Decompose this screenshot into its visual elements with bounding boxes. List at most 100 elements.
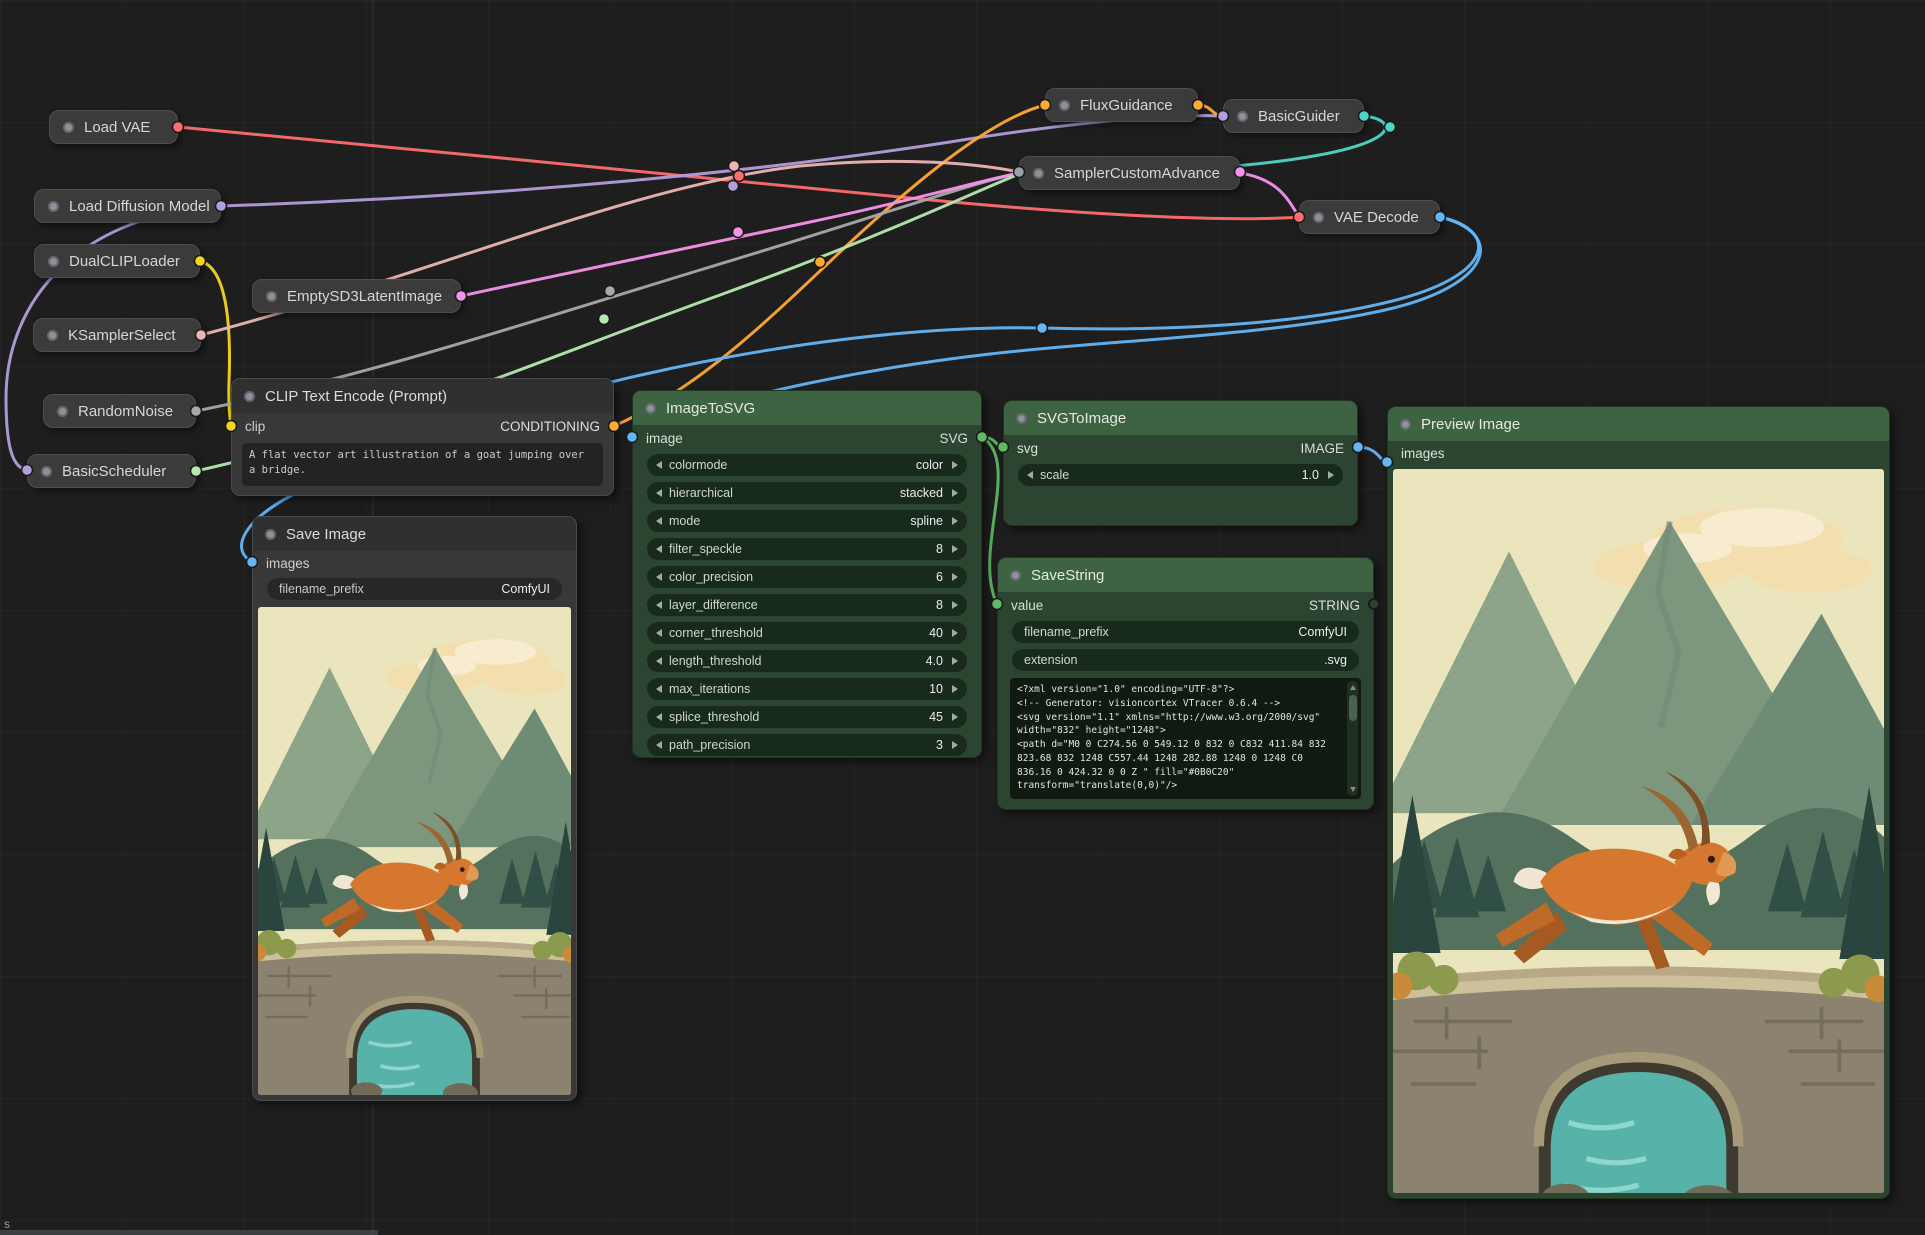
collapse-dot-icon[interactable] (47, 330, 58, 341)
collapse-dot-icon[interactable] (1237, 111, 1248, 122)
increment-arrow-icon[interactable] (952, 713, 958, 721)
increment-arrow-icon[interactable] (952, 601, 958, 609)
widget-max-iterations[interactable]: max_iterations 10 (647, 678, 967, 700)
widget-filename-prefix[interactable]: filename_prefix ComfyUI (267, 578, 562, 600)
widget-splice-threshold[interactable]: splice_threshold 45 (647, 706, 967, 728)
decrement-arrow-icon[interactable] (656, 461, 662, 469)
decrement-arrow-icon[interactable] (656, 713, 662, 721)
node-randomnoise[interactable]: RandomNoise (43, 394, 196, 428)
node-dualcliploader[interactable]: DualCLIPLoader (34, 244, 200, 278)
increment-arrow-icon[interactable] (952, 461, 958, 469)
node-preview-image[interactable]: Preview Image images (1387, 406, 1890, 1199)
increment-arrow-icon[interactable] (952, 573, 958, 581)
node-samplercustomadvance[interactable]: SamplerCustomAdvance (1019, 156, 1240, 190)
decrement-arrow-icon[interactable] (656, 741, 662, 749)
increment-arrow-icon[interactable] (1328, 471, 1334, 479)
collapse-dot-icon[interactable] (1010, 570, 1021, 581)
reroute-dot[interactable] (815, 257, 826, 268)
collapse-dot-icon[interactable] (645, 403, 656, 414)
node-clip-text-encode[interactable]: CLIP Text Encode (Prompt) clip CONDITION… (231, 378, 614, 496)
collapse-dot-icon[interactable] (265, 529, 276, 540)
widget-corner-threshold[interactable]: corner_threshold 40 (647, 622, 967, 644)
widget-scale[interactable]: scale 1.0 (1018, 464, 1343, 486)
increment-arrow-icon[interactable] (952, 741, 958, 749)
increment-arrow-icon[interactable] (952, 685, 958, 693)
collapse-dot-icon[interactable] (41, 466, 52, 477)
node-vae-decode[interactable]: VAE Decode (1299, 200, 1440, 234)
scrollbar[interactable] (1347, 681, 1358, 796)
decrement-arrow-icon[interactable] (656, 517, 662, 525)
decrement-arrow-icon[interactable] (656, 489, 662, 497)
node-graph-canvas[interactable]: Load VAE Load Diffusion Model DualCLIPLo… (0, 0, 1925, 1235)
node-header[interactable]: SaveString (998, 558, 1373, 592)
node-imagetosvg[interactable]: ImageToSVG image SVG colormode color hie… (632, 390, 982, 758)
collapse-dot-icon[interactable] (1059, 100, 1070, 111)
node-header[interactable]: Save Image (253, 517, 576, 551)
scroll-up-icon[interactable] (1350, 685, 1356, 690)
widget-length-threshold[interactable]: length_threshold 4.0 (647, 650, 967, 672)
prompt-textarea[interactable]: A flat vector art illustration of a goat… (242, 443, 603, 486)
reroute-dot[interactable] (599, 314, 610, 325)
decrement-arrow-icon[interactable] (656, 685, 662, 693)
wire-image-to-preview (1358, 447, 1387, 462)
collapse-dot-icon[interactable] (63, 122, 74, 133)
collapse-dot-icon[interactable] (266, 291, 277, 302)
widget-value: stacked (900, 486, 943, 500)
collapse-dot-icon[interactable] (1016, 413, 1027, 424)
node-ksamplerselect[interactable]: KSamplerSelect (33, 318, 201, 352)
node-basicscheduler[interactable]: BasicScheduler (27, 454, 196, 488)
reroute-dot[interactable] (1037, 323, 1048, 334)
node-header[interactable]: ImageToSVG (633, 391, 981, 425)
node-emptysd3latentimage[interactable]: EmptySD3LatentImage (252, 279, 461, 313)
node-svgtoimage[interactable]: SVGToImage svg IMAGE scale 1.0 (1003, 400, 1358, 526)
reroute-dot[interactable] (1385, 122, 1396, 133)
reroute-dot[interactable] (605, 286, 616, 297)
decrement-arrow-icon[interactable] (1027, 471, 1033, 479)
widget-hierarchical[interactable]: hierarchical stacked (647, 482, 967, 504)
node-load-vae[interactable]: Load VAE (49, 110, 178, 144)
widget-path-precision[interactable]: path_precision 3 (647, 734, 967, 756)
widget-filename-prefix[interactable]: filename_prefix ComfyUI (1012, 621, 1359, 643)
increment-arrow-icon[interactable] (952, 545, 958, 553)
widget-color-precision[interactable]: color_precision 6 (647, 566, 967, 588)
node-fluxguidance[interactable]: FluxGuidance (1045, 88, 1198, 122)
node-title: BasicGuider (1258, 108, 1340, 125)
node-savestring[interactable]: SaveString value STRING filename_prefix … (997, 557, 1374, 810)
increment-arrow-icon[interactable] (952, 629, 958, 637)
collapse-dot-icon[interactable] (48, 201, 59, 212)
collapse-dot-icon[interactable] (1313, 212, 1324, 223)
increment-arrow-icon[interactable] (952, 489, 958, 497)
widget-colormode[interactable]: colormode color (647, 454, 967, 476)
widget-layer-difference[interactable]: layer_difference 8 (647, 594, 967, 616)
collapse-dot-icon[interactable] (57, 406, 68, 417)
collapse-dot-icon[interactable] (1400, 419, 1411, 430)
scroll-down-icon[interactable] (1350, 787, 1356, 792)
svg-xml-textarea[interactable]: <?xml version="1.0" encoding="UTF-8"?> <… (1010, 678, 1361, 799)
node-save-image[interactable]: Save Image images filename_prefix ComfyU… (252, 516, 577, 1101)
increment-arrow-icon[interactable] (952, 657, 958, 665)
widget-filter-speckle[interactable]: filter_speckle 8 (647, 538, 967, 560)
collapse-dot-icon[interactable] (244, 391, 255, 402)
collapse-dot-icon[interactable] (1033, 168, 1044, 179)
decrement-arrow-icon[interactable] (656, 573, 662, 581)
decrement-arrow-icon[interactable] (656, 629, 662, 637)
scrollbar-thumb[interactable] (1349, 695, 1357, 721)
decrement-arrow-icon[interactable] (656, 601, 662, 609)
reroute-dot[interactable] (729, 161, 740, 172)
node-header[interactable]: CLIP Text Encode (Prompt) (232, 379, 613, 413)
node-load-diffusion-model[interactable]: Load Diffusion Model (34, 189, 221, 223)
node-header[interactable]: Preview Image (1388, 407, 1889, 441)
widget-mode[interactable]: mode spline (647, 510, 967, 532)
node-header[interactable]: SVGToImage (1004, 401, 1357, 435)
node-title: SaveString (1031, 567, 1104, 584)
collapse-dot-icon[interactable] (48, 256, 59, 267)
increment-arrow-icon[interactable] (952, 517, 958, 525)
node-basicguider[interactable]: BasicGuider (1223, 99, 1364, 133)
reroute-dot[interactable] (728, 181, 739, 192)
decrement-arrow-icon[interactable] (656, 657, 662, 665)
widget-extension[interactable]: extension .svg (1012, 649, 1359, 671)
node-title: Load Diffusion Model (69, 198, 210, 215)
reroute-dot[interactable] (733, 227, 744, 238)
reroute-dot[interactable] (734, 171, 745, 182)
decrement-arrow-icon[interactable] (656, 545, 662, 553)
